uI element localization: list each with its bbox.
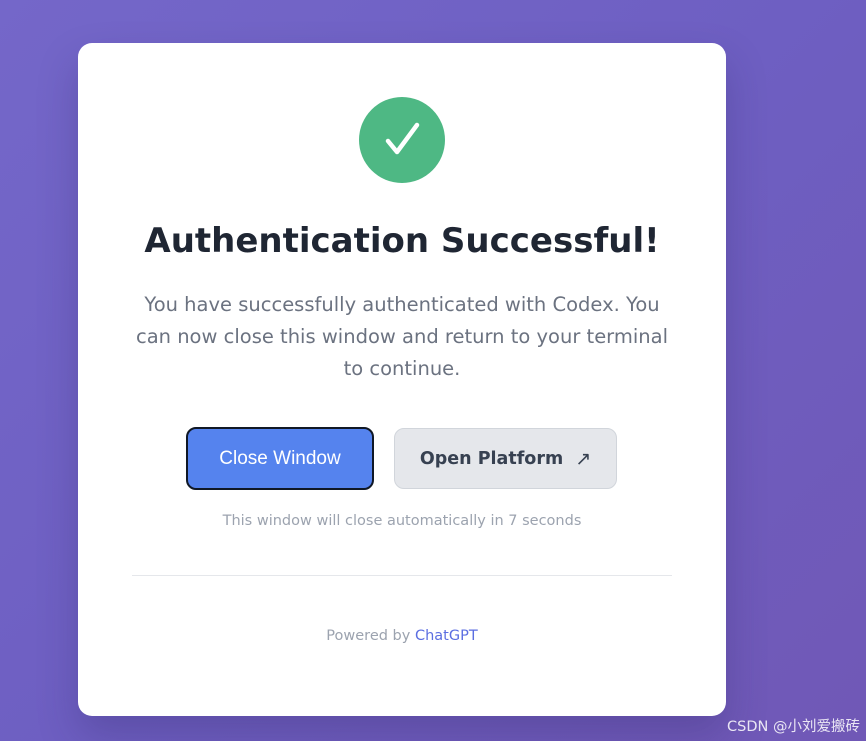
- success-badge: [359, 97, 445, 183]
- page-title: Authentication Successful!: [144, 221, 660, 261]
- chatgpt-link[interactable]: ChatGPT: [415, 628, 478, 644]
- auth-success-card: Authentication Successful! You have succ…: [78, 43, 726, 716]
- open-platform-label: Open Platform: [419, 448, 564, 469]
- powered-by-footer: Powered by ChatGPT: [78, 628, 726, 644]
- close-window-label: Close Window: [219, 447, 341, 469]
- divider: [132, 575, 672, 576]
- auto-close-countdown: This window will close automatically in …: [222, 513, 582, 529]
- watermark: CSDN @小刘爱搬砖: [727, 719, 860, 735]
- close-window-button[interactable]: Close Window: [186, 427, 374, 490]
- external-arrow-icon: ↗: [575, 447, 592, 470]
- open-platform-button[interactable]: Open Platform ↗: [394, 428, 617, 489]
- success-message: You have successfully authenticated with…: [135, 293, 669, 380]
- powered-by-label: Powered by: [326, 628, 415, 644]
- checkmark-icon: [385, 122, 420, 155]
